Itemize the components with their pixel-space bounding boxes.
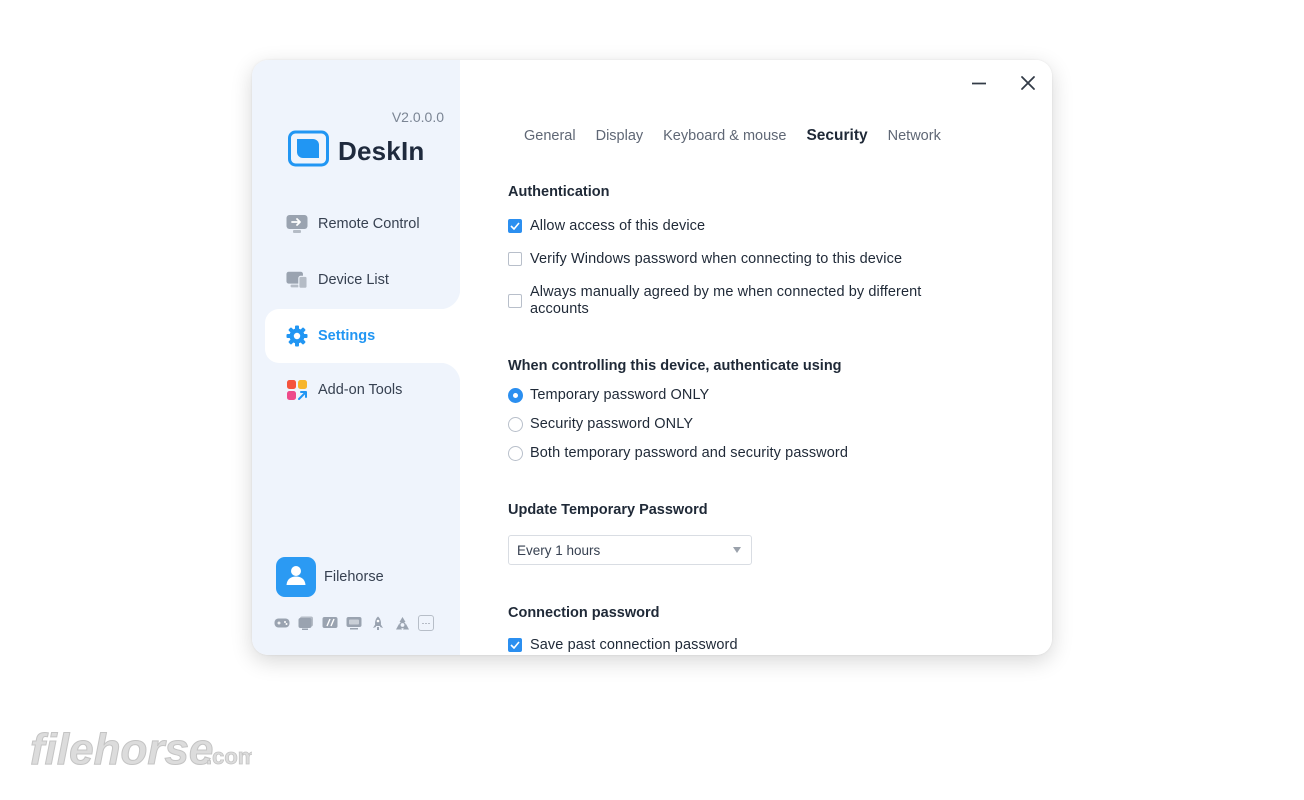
auth-both-radio[interactable] <box>508 446 523 461</box>
add-on-tools-icon <box>286 379 308 401</box>
tab-keyboard-mouse[interactable]: Keyboard & mouse <box>663 128 786 144</box>
verify-windows-password-option[interactable]: Verify Windows password when connecting … <box>508 251 902 267</box>
option-label: Verify Windows password when connecting … <box>530 251 903 267</box>
authentication-title: Authentication <box>508 184 610 200</box>
auth-security-only-radio[interactable] <box>508 417 523 432</box>
tab-security[interactable]: Security <box>806 127 867 145</box>
deskin-logo-icon <box>288 129 330 174</box>
close-icon[interactable] <box>1017 72 1039 94</box>
tab-network[interactable]: Network <box>888 128 941 144</box>
sidebar-item-label: Remote Control <box>318 216 420 232</box>
update-interval-dropdown[interactable]: Every 1 hours <box>508 535 752 565</box>
sidebar-item-device-list[interactable]: Device List <box>265 253 460 307</box>
rocket-icon[interactable] <box>370 615 386 631</box>
tab-display[interactable]: Display <box>596 128 644 144</box>
remote-control-icon <box>286 213 308 235</box>
app-version: V2.0.0.0 <box>391 109 444 125</box>
user-profile[interactable]: Filehorse <box>276 557 384 597</box>
device-list-icon <box>286 269 308 291</box>
option-label: Allow access of this device <box>530 218 706 234</box>
sidebar-item-label: Settings <box>318 328 376 344</box>
display-icon[interactable] <box>298 615 314 631</box>
svg-text:.com: .com <box>206 744 252 769</box>
recycle-icon[interactable] <box>394 615 410 631</box>
auth-method-title: When controlling this device, authentica… <box>508 358 842 374</box>
settings-content: General Display Keyboard & mouse Securit… <box>460 60 1052 655</box>
option-label: Both temporary password and security pas… <box>530 445 849 461</box>
manual-agree-checkbox[interactable] <box>508 294 522 308</box>
manual-agree-option[interactable]: Always manually agreed by me when connec… <box>508 284 978 318</box>
deskin-window: V2.0.0.0 DeskIn Remote Control Device Li… <box>252 60 1052 655</box>
connection-password-title: Connection password <box>508 605 660 621</box>
avatar[interactable] <box>276 557 316 597</box>
option-label: Temporary password ONLY <box>530 387 710 403</box>
auth-temporary-only-radio[interactable] <box>508 388 523 403</box>
sidebar-item-remote-control[interactable]: Remote Control <box>265 197 460 251</box>
user-name: Filehorse <box>324 569 384 585</box>
auth-temporary-only-option[interactable]: Temporary password ONLY <box>508 387 709 403</box>
app-logo: DeskIn <box>288 129 424 174</box>
option-label: Save past connection password <box>530 637 738 653</box>
settings-gear-icon <box>286 325 308 347</box>
sidebar-item-add-on-tools[interactable]: Add-on Tools <box>265 363 460 417</box>
app-name: DeskIn <box>338 136 425 166</box>
tab-general[interactable]: General <box>524 128 576 144</box>
option-label: Security password ONLY <box>530 416 694 432</box>
update-temp-password-title: Update Temporary Password <box>508 502 708 518</box>
settings-tabs: General Display Keyboard & mouse Securit… <box>524 127 961 145</box>
minimize-icon[interactable] <box>968 72 990 94</box>
verify-windows-password-checkbox[interactable] <box>508 252 522 266</box>
sidebar-item-settings[interactable]: Settings <box>265 289 460 383</box>
filehorse-watermark: filehorse .com <box>30 724 258 775</box>
sidebar-item-label: Add-on Tools <box>318 382 403 398</box>
sidebar: V2.0.0.0 DeskIn Remote Control Device Li… <box>252 60 460 655</box>
chevron-down-icon <box>733 547 741 553</box>
tools-bar: ··· <box>274 615 442 631</box>
save-past-password-checkbox[interactable] <box>508 638 522 652</box>
avatar-icon <box>285 564 307 591</box>
svg-text:filehorse: filehorse <box>30 725 213 772</box>
more-icon[interactable]: ··· <box>418 615 434 631</box>
monitor-icon[interactable] <box>346 615 362 631</box>
save-past-password-option[interactable]: Save past connection password <box>508 637 738 653</box>
sidebar-item-label: Device List <box>318 272 389 288</box>
dropdown-value: Every 1 hours <box>517 542 601 558</box>
allow-access-option[interactable]: Allow access of this device <box>508 218 705 234</box>
auth-security-only-option[interactable]: Security password ONLY <box>508 416 693 432</box>
gamepad-icon[interactable] <box>274 615 290 631</box>
option-label: Always manually agreed by me when connec… <box>530 284 922 317</box>
edit-display-icon[interactable] <box>322 615 338 631</box>
allow-access-checkbox[interactable] <box>508 219 522 233</box>
auth-both-option[interactable]: Both temporary password and security pas… <box>508 445 848 461</box>
